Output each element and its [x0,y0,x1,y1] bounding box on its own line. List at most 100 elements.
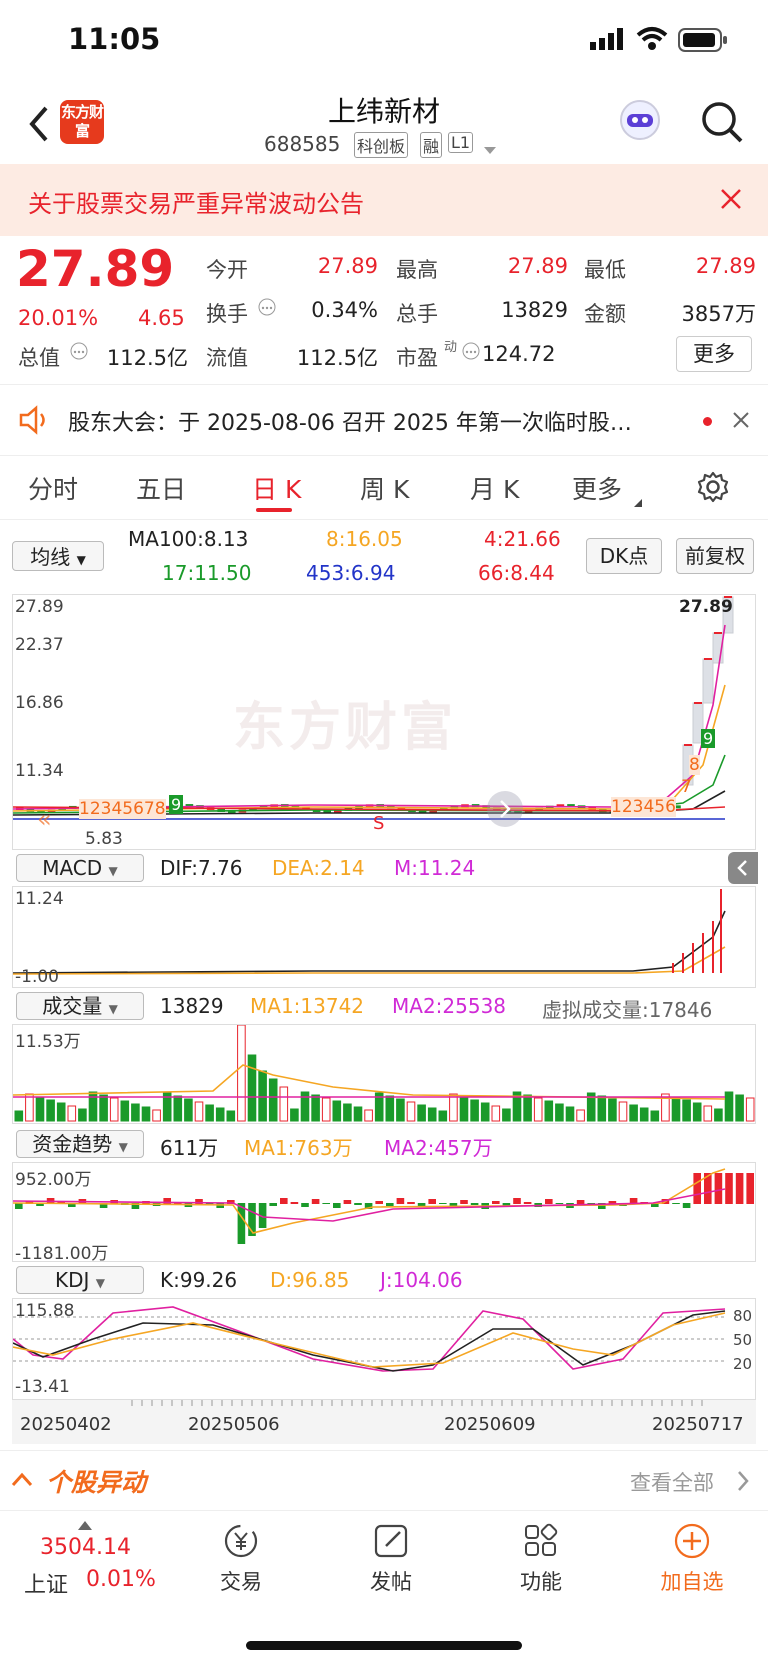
volume-ma1 [13,1064,726,1100]
date-label: 20250402 [20,1414,112,1435]
kdj-svg [13,1306,726,1372]
macd-selector[interactable]: MACD ▼ [16,854,144,882]
fund-flow-selector[interactable]: 资金趋势 ▼ [16,1130,144,1158]
tab-intraday[interactable]: 分时 [28,470,78,506]
volume-bar [120,1100,130,1122]
macd-chart[interactable]: 11.24 -1.00 [12,886,756,988]
tab-weekly-k[interactable]: 周 K [360,470,409,506]
kdj-d: D:96.85 [270,1268,350,1292]
ma-selector[interactable]: 均线 ▼ [12,541,104,571]
dropdown-caret-icon: ▼ [118,1140,128,1154]
fund-bar [545,1199,553,1204]
more-button[interactable]: 更多 [676,336,752,372]
volume-bar [237,1025,246,1122]
current-price: 27.89 [16,240,175,298]
macd-selector-label: MACD [42,856,103,880]
ma100-value: MA100:8.13 [128,527,249,551]
kdj-chart[interactable]: 115.88 -13.41 80 50 20 [12,1298,756,1400]
volume-ma1: MA1:13742 [250,994,365,1018]
add-watchlist-button[interactable]: 加自选 [652,1521,732,1596]
announcement-bar[interactable]: 股东大会：于 2025-08-06 召开 2025 年第一次临时股… [0,384,768,456]
low-value: 27.89 [695,254,756,278]
fund-bar [735,1173,744,1204]
fund-bar [693,1173,701,1204]
abnormal-section[interactable]: 个股异动 查看全部 [0,1450,768,1510]
volume-bar [364,1109,373,1122]
volume-y-max: 11.53万 [15,1032,81,1052]
macd-dea: DEA:2.14 [272,856,365,880]
total-hands-value: 13829 [501,298,568,322]
volume-bar [618,1101,628,1122]
volume-bar [152,1109,161,1122]
open-value: 27.89 [317,254,378,278]
volume-chart[interactable]: 11.53万 [12,1024,756,1124]
index-name[interactable]: 上证 [24,1567,68,1599]
fund-y-max: 952.00万 [15,1170,92,1190]
view-all-link[interactable]: 查看全部 [630,1467,714,1497]
macd-y-max: 11.24 [15,889,64,909]
quote-panel: 27.89 20.01% 4.65 今开 27.89 最高 27.89 最低 2… [0,236,768,384]
virtual-volume: 虚拟成交量:17846 [542,998,713,1022]
fund-flow-selector-label: 资金趋势 [32,1132,113,1156]
change-percent: 20.01% [18,306,99,330]
volume-selector[interactable]: 成交量 ▼ [16,992,144,1020]
volume-bar [555,1103,564,1122]
function-button[interactable]: 功能 [506,1521,576,1596]
close-icon[interactable] [720,188,742,210]
index-percent[interactable]: 0.01% [86,1567,156,1592]
dropdown-caret-icon[interactable] [484,140,496,154]
trade-button[interactable]: 交易 [206,1521,276,1596]
dropdown-caret-icon [634,492,642,507]
kdj-k-line [13,1310,726,1372]
high-value: 27.89 [507,254,568,278]
unread-dot [703,417,712,426]
scroll-right-icon[interactable] [487,791,523,827]
volume-bar [491,1105,501,1122]
close-icon[interactable] [732,411,750,429]
fund-flow-chart[interactable]: 952.00万 -1181.00万 [12,1162,756,1264]
volume-bar [67,1105,77,1122]
ma17-value: 17:11.50 [162,561,252,585]
adjust-button[interactable]: 前复权 [676,538,754,574]
tab-more[interactable]: 更多 [572,470,622,506]
collapse-panel-icon[interactable] [728,852,758,884]
assistant-robot-icon[interactable] [618,98,662,142]
volume-bar [99,1094,108,1122]
tag-margin: 融 [420,132,443,158]
volume-bar [215,1107,225,1122]
kdj-selector[interactable]: KDJ ▼ [16,1266,144,1294]
scroll-left-icon[interactable]: « [37,805,52,833]
tab-five-day[interactable]: 五日 [136,470,186,506]
post-label: 发帖 [370,1570,412,1594]
index-value[interactable]: 3504.14 [40,1535,131,1560]
td-nine-right: 9 [701,729,716,748]
kline-chart[interactable]: 东方财富 27.89 22.37 16.86 11.34 5.83 27.89 … [12,594,756,850]
announcement-text: 股东大会：于 2025-08-06 召开 2025 年第一次临时股… [68,411,632,436]
tab-monthly-k[interactable]: 月 K [470,470,519,506]
volume-bar [290,1108,299,1122]
kdj-k: K:99.26 [160,1268,238,1292]
stock-code: 688585 [264,132,341,156]
info-icon[interactable] [462,342,480,360]
volume-value: 13829 [160,994,224,1018]
search-icon[interactable] [700,100,744,144]
volume-bar [14,1110,24,1122]
notice-banner[interactable]: 关于股票交易严重异常波动公告 [0,164,768,236]
fund-bar [460,1200,468,1204]
volume-bar [109,1097,119,1122]
volume-bar [735,1094,744,1122]
macd-m: M:11.24 [394,856,476,880]
nav-bar: 东方财富 上纬新材 688585 科创板 融 L1 [0,84,768,164]
chevron-right-icon [736,1469,750,1493]
fund-bar [354,1203,362,1205]
tab-daily-k[interactable]: 日 K [252,470,301,506]
fund-bar [513,1198,521,1204]
post-button[interactable]: 发帖 [356,1521,426,1596]
gear-icon[interactable] [696,470,730,504]
dk-point-button[interactable]: DK点 [586,538,662,574]
plus-circle-icon [674,1523,710,1559]
pe-value: 124.72 [482,342,556,366]
volume-bar [714,1108,723,1122]
dropdown-caret-icon: ▼ [95,1276,105,1290]
kdj-y-max: 115.88 [15,1301,75,1321]
